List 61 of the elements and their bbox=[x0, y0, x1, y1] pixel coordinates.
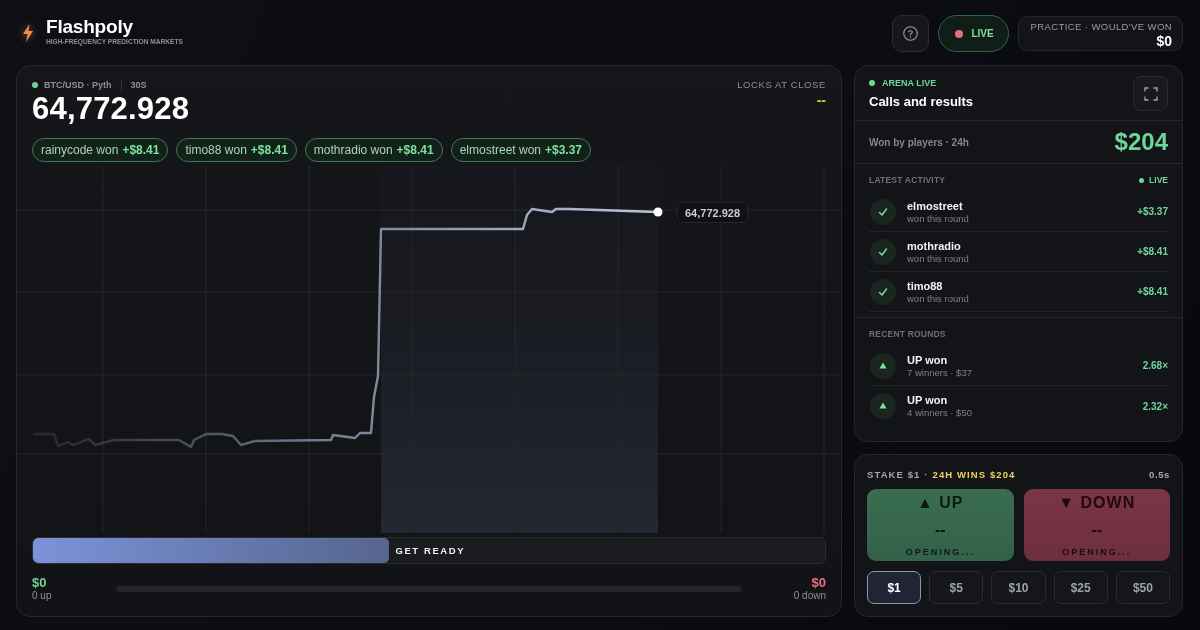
win-amount: +$3.37 bbox=[1137, 206, 1168, 217]
stake-option-button[interactable]: $1 bbox=[867, 571, 922, 604]
expand-icon bbox=[1143, 86, 1158, 101]
payout-multiplier: 2.32× bbox=[1142, 400, 1168, 412]
down-pool-amount: $0 bbox=[811, 575, 826, 590]
app-title: Flashpoly bbox=[46, 16, 133, 38]
status-dot-icon bbox=[32, 82, 38, 88]
status-dot-icon bbox=[869, 80, 875, 86]
activity-detail: won this round bbox=[907, 292, 969, 305]
arena-title: Calls and results bbox=[869, 92, 974, 111]
daily-wins-label: 24H WINS $204 bbox=[932, 468, 1016, 480]
win-amount: +$8.41 bbox=[1137, 246, 1168, 257]
stake-option-button[interactable]: $25 bbox=[1053, 571, 1108, 604]
up-pool-count: 0 up bbox=[32, 590, 52, 602]
stake-option-button[interactable]: $50 bbox=[1115, 571, 1170, 604]
market-pair: BTC/USD · Pyth bbox=[44, 80, 112, 90]
won-label: Won by players · 24h bbox=[869, 136, 969, 148]
player-name: mothradio bbox=[907, 238, 961, 253]
expand-button[interactable] bbox=[1133, 76, 1168, 111]
timer-label: 0.5s bbox=[1149, 468, 1170, 480]
activity-detail: won this round bbox=[907, 252, 969, 265]
section-label: RECENT ROUNDS bbox=[869, 329, 946, 339]
help-icon bbox=[903, 26, 919, 41]
win-chip: timo88 won +$8.41 bbox=[176, 138, 297, 162]
stake-option-button[interactable]: $10 bbox=[991, 571, 1046, 604]
current-price: 64,772.928 bbox=[32, 91, 190, 127]
win-amount: +$8.41 bbox=[1137, 286, 1168, 297]
lightning-bolt-icon bbox=[22, 23, 34, 42]
section-label: LATEST ACTIVITY bbox=[869, 175, 946, 185]
up-pool-amount: $0 bbox=[32, 575, 47, 590]
practice-label: PRACTICE · WOULD'VE WON bbox=[1030, 21, 1172, 33]
check-icon bbox=[870, 278, 896, 305]
live-status: LIVE bbox=[1149, 175, 1168, 185]
win-chip: mothradio won +$8.41 bbox=[304, 138, 443, 162]
live-button[interactable]: LIVE bbox=[938, 15, 1009, 52]
check-icon bbox=[870, 198, 896, 225]
player-name: timo88 bbox=[907, 278, 943, 293]
help-button[interactable] bbox=[892, 15, 930, 52]
round-result: UP won bbox=[907, 352, 948, 367]
progress-label: GET READY bbox=[395, 545, 466, 556]
activity-detail: won this round bbox=[907, 212, 969, 225]
lock-label: LOCKS AT CLOSE bbox=[737, 79, 826, 91]
status-dot-icon bbox=[1139, 177, 1145, 183]
down-pool-count: 0 down bbox=[793, 590, 826, 602]
check-icon bbox=[870, 238, 896, 265]
lock-value: -- bbox=[816, 91, 826, 109]
win-chip: rainycode won +$8.41 bbox=[32, 138, 169, 162]
payout-multiplier: 2.68× bbox=[1142, 360, 1168, 371]
round-detail: 4 winners · $50 bbox=[907, 407, 972, 419]
price-tag: 64,772.928 bbox=[677, 202, 749, 223]
stake-label: STAKE $1 · bbox=[867, 468, 929, 480]
round-interval: 30S bbox=[130, 80, 147, 90]
round-result: UP won bbox=[907, 393, 948, 407]
arena-status: ARENA LIVE bbox=[882, 78, 937, 88]
win-chip: elmostreet won +$3.37 bbox=[450, 138, 592, 162]
won-value: $204 bbox=[1114, 128, 1168, 156]
stake-option-button[interactable]: $5 bbox=[929, 571, 984, 604]
practice-value: $0 bbox=[1156, 33, 1172, 49]
live-dot-icon bbox=[955, 29, 964, 38]
player-name: elmostreet bbox=[907, 198, 963, 213]
round-detail: 7 winners · $37 bbox=[907, 366, 972, 379]
